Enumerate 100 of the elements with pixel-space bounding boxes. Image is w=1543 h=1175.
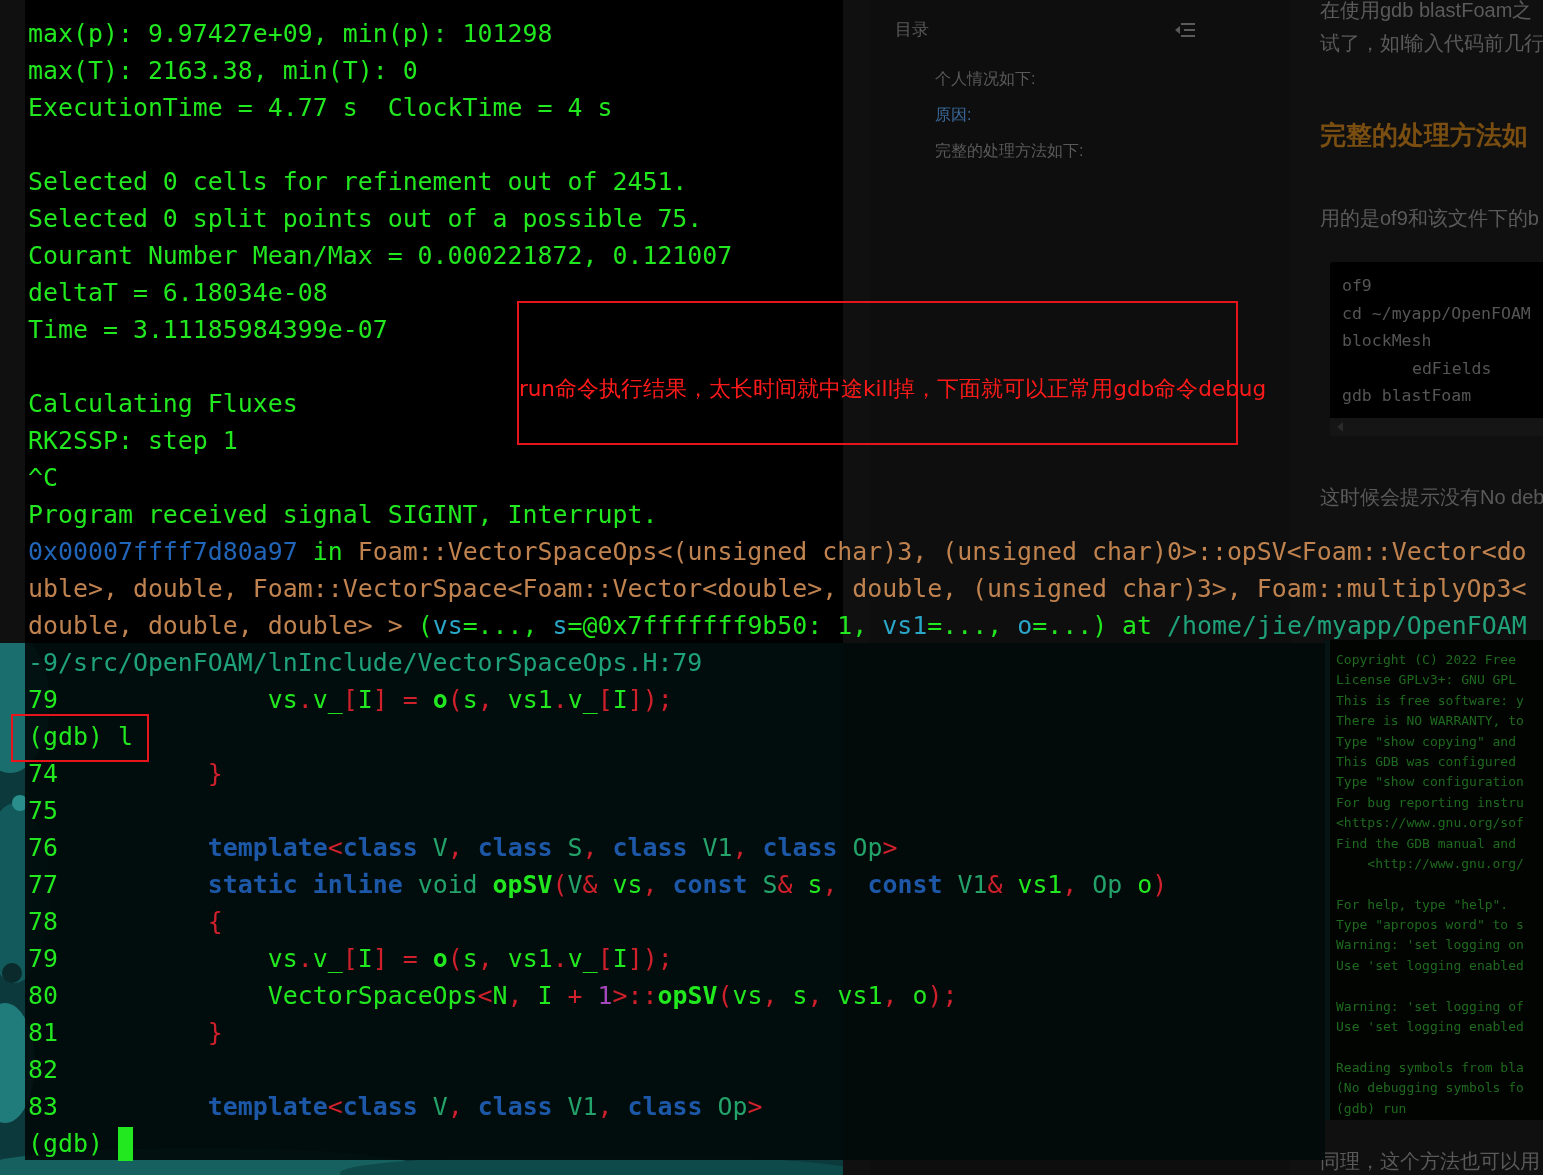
terminal-line: Type "show copying" and [1336,733,1516,749]
code-token: I [357,944,373,973]
code-token: VectorSpaceOps [267,981,478,1010]
code-token: s [552,611,568,640]
code-token: & [582,870,598,899]
code-token: + [567,981,583,1010]
code-token: s [462,944,478,973]
code-token: . [552,685,568,714]
terminal-line: Type "apropos word" to s [1336,917,1524,933]
code-token: v_ [567,685,598,714]
code-token: I [612,944,628,973]
code-token: v_ [312,685,343,714]
code-token: & [987,870,1003,899]
menu-icon[interactable] [1175,21,1195,38]
terminal-line: Reading symbols from bla [1336,1059,1524,1075]
code-token: 0x00007ffff7d80a97 [28,537,298,566]
code-token: [ [342,944,358,973]
scrollbar[interactable] [1330,418,1543,436]
terminal-line: Warning: 'set logging of [1336,998,1524,1014]
terminal-line: ^C [28,463,58,492]
code-token: 80 [28,981,58,1010]
code-token: o [432,944,448,973]
code-token: ]); [627,944,673,973]
code-token: const [672,870,748,899]
code-token: , [732,833,748,862]
code-token: class [762,833,838,862]
code-token: < [477,981,493,1010]
code-token: & [777,870,793,899]
code-token: , [1062,870,1078,899]
code-token: class [477,1092,553,1121]
toc-item[interactable]: 个人情况如下: [935,69,1290,90]
code-token: 74 [28,759,58,788]
terminal-line: There is NO WARRANTY, to [1336,713,1524,729]
terminal-line: RK2SSP: step 1 [28,426,238,455]
code-token: < [327,1092,343,1121]
code-token: { [207,907,223,936]
paragraph-line: 在使用gdb blastFoam之 [1320,0,1534,23]
code-token: , [582,833,598,862]
code-token: ]); [627,685,673,714]
code-token: =...) at [1032,611,1153,640]
section-heading: 完整的处理方法如 [1320,119,1529,152]
code-token: class [612,833,688,862]
code-token: 81 [28,1018,58,1047]
terminal-line: Time = 3.11185984399e-07 [28,315,388,344]
terminal-line: For bug reporting instru [1336,794,1524,810]
code-token: o [912,981,928,1010]
terminal-line: Warning: 'set logging on [1336,937,1524,953]
terminal-line: ExecutionTime = 4.77 s ClockTime = 4 s [28,93,613,122]
code-token: Foam::VectorSpaceOps<(unsigned char)3, (unsigned char)0>::opSV<Foam::Vector<do [357,537,1527,566]
code-token: } [207,759,223,788]
paragraph-line: 试了，如l输入代码前几行 [1320,31,1543,56]
code-token: } [207,1018,223,1047]
code-line: gdb blastFoam [1342,385,1473,408]
code-token: . [297,685,313,714]
code-token: v_ [312,944,343,973]
code-token: < [327,833,343,862]
code-token: class [342,1092,418,1121]
code-token: o [432,685,448,714]
code-token: V1 [567,1092,598,1121]
terminal-line: Use 'set logging enabled [1336,957,1524,973]
toc-item[interactable]: 原因: [935,105,1290,126]
paragraph-line: 用的是of9和该文件下的b [1320,206,1540,231]
code-token: class [627,1092,703,1121]
code-token: S [567,833,583,862]
code-token: ( [717,981,733,1010]
code-token: ( [552,870,568,899]
terminal-line: Courant Number Mean/Max = 0.000221872, 0.121007 [28,241,733,270]
code-line: cd ~/myapp/OpenFOAM [1342,302,1532,325]
toc-item[interactable]: 完整的处理方法如下: [935,141,1290,162]
terminal-line: max(p): 9.97427e+09, min(p): 101298 [28,19,553,48]
code-token: N [492,981,508,1010]
code-token: vs [612,870,643,899]
code-token: > [882,833,898,862]
code-token: ) [1152,870,1168,899]
terminal-line: Selected 0 cells for refinement out of 2451. [28,167,688,196]
terminal-line: deltaT = 6.18034e-08 [28,278,328,307]
code-token: o [1017,611,1033,640]
code-token: ( [417,611,433,640]
code-token: 78 [28,907,58,936]
code-token: in [312,537,343,566]
terminal-line: Copyright (C) 2022 Free [1336,652,1516,667]
terminal-line: <http://www.gnu.org/ [1366,855,1524,871]
code-token: , [822,870,838,899]
code-token: [ [597,944,613,973]
terminal-line: This GDB was configured [1336,753,1516,769]
terminal-line: (No debugging symbols fo [1336,1080,1524,1096]
code-token: double, double, double> > [28,611,403,640]
code-token: static inline [207,870,403,899]
code-token: , [447,833,463,862]
terminal-line: max(T): 2163.38, min(T): 0 [28,56,418,85]
code-token: opSV [657,981,718,1010]
code-token: [ [342,685,358,714]
terminal-line: Calculating Fluxes [28,389,298,418]
code-token: template [207,1092,328,1121]
code-token: , [507,981,523,1010]
terminal-line: Selected 0 split points out of a possible 75. [28,204,703,233]
code-token: vs1 [1017,870,1063,899]
code-token: ( [447,685,463,714]
code-token: vs [267,944,298,973]
code-token: ] = [372,685,418,714]
